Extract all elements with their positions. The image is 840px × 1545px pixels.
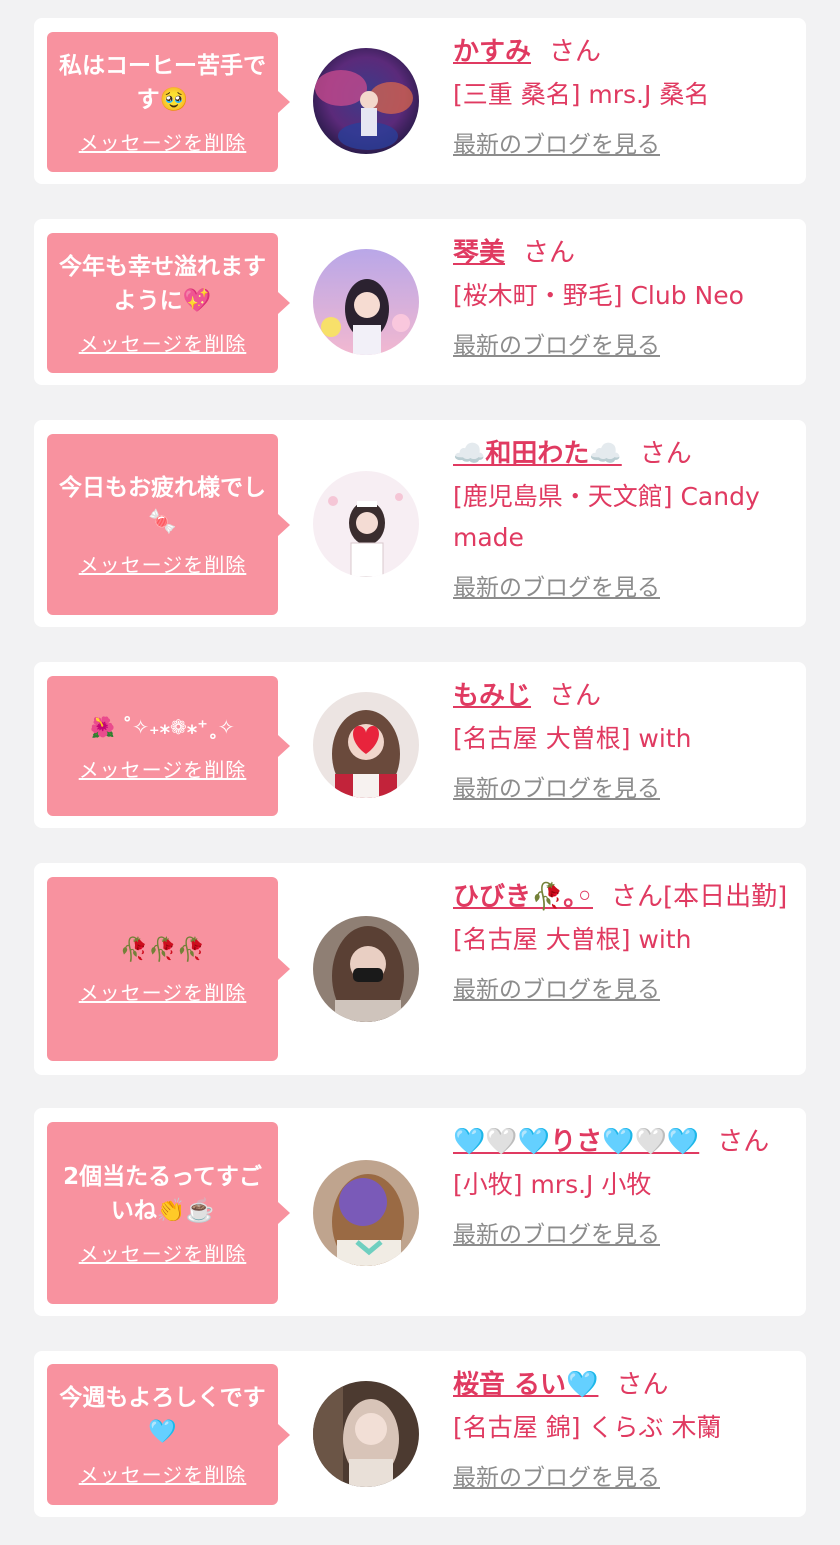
message-bubble: 私はコーヒー苦手です🥹 メッセージを削除 — [47, 32, 290, 172]
shop-label: [小牧] mrs.J 小牧 — [453, 1170, 652, 1199]
shop-label: [三重 桑名] mrs.J 桑名 — [453, 80, 710, 109]
message-text: 今年も幸せ溢れますように💖 — [59, 253, 266, 314]
cast-name-link[interactable]: もみじ — [453, 681, 531, 711]
message-card: 私はコーヒー苦手です🥹 メッセージを削除 かすみ さん [三重 桑名] mrs.J… — [34, 18, 806, 184]
message-text: 今日もお疲れ様でし🍬 — [59, 475, 266, 535]
latest-blog-link[interactable]: 最新のブログを見る — [453, 568, 660, 602]
delete-message-link[interactable]: メッセージを削除 — [79, 549, 247, 578]
name-line: ☁️和田わた☁️ さん — [453, 432, 798, 476]
message-bubble: 今年も幸せ溢れますように💖 メッセージを削除 — [47, 233, 290, 373]
name-line: 琴美 さん — [453, 231, 798, 275]
message-text: 🌺 ˚✧₊⁎❁⁎⁺˳✧ — [90, 714, 235, 739]
avatar[interactable] — [313, 471, 419, 577]
honorific: さん — [616, 1370, 669, 1400]
message-bubble: 🥀🥀🥀 メッセージを削除 — [47, 877, 290, 1061]
message-card: 2個当たるってすごいね👏☕️ メッセージを削除 🩵🤍🩵りさ🩵🤍🩵 さん [小牧] … — [34, 1108, 806, 1316]
honorific: さん — [717, 1127, 770, 1157]
shop-label: [鹿児島県・天文館] Candy made — [453, 482, 760, 552]
cast-name-link[interactable]: かすみ — [453, 37, 531, 67]
delete-message-link[interactable]: メッセージを削除 — [79, 754, 247, 783]
name-line: かすみ さん — [453, 30, 798, 74]
message-bubble: 2個当たるってすごいね👏☕️ メッセージを削除 — [47, 1122, 290, 1304]
message-card: 今日もお疲れ様でし🍬 メッセージを削除 ☁️和田わた☁️ さん [鹿児島県・天文館… — [34, 420, 806, 627]
message-card: 🌺 ˚✧₊⁎❁⁎⁺˳✧ メッセージを削除 もみじ さん [名古屋 大曽根] wit… — [34, 662, 806, 828]
avatar[interactable] — [313, 1160, 419, 1266]
message-text: 私はコーヒー苦手です🥹 — [59, 52, 266, 113]
message-text: 今週もよろしくです🩵 — [59, 1385, 266, 1445]
message-bubble: 今日もお疲れ様でし🍬 メッセージを削除 — [47, 434, 290, 615]
honorific: さん — [549, 37, 602, 67]
name-line: もみじ さん — [453, 674, 798, 718]
message-bubble: 🌺 ˚✧₊⁎❁⁎⁺˳✧ メッセージを削除 — [47, 676, 290, 816]
cast-info: かすみ さん [三重 桑名] mrs.J 桑名 最新のブログを見る — [453, 30, 798, 159]
cast-info: 琴美 さん [桜木町・野毛] Club Neo 最新のブログを見る — [453, 231, 798, 360]
shop-label: [桜木町・野毛] Club Neo — [453, 281, 744, 310]
cast-info: ☁️和田わた☁️ さん [鹿児島県・天文館] Candy made 最新のブログを… — [453, 432, 798, 602]
message-text: 2個当たるってすごいね👏☕️ — [63, 1163, 262, 1224]
shop-label: [名古屋 錦] くらぶ 木蘭 — [453, 1413, 722, 1442]
delete-message-link[interactable]: メッセージを削除 — [79, 328, 247, 357]
name-line: ひびき🥀｡◦ さん[本日出勤] — [453, 875, 798, 919]
honorific: さん[本日出勤] — [611, 882, 788, 912]
name-line: 桜音 るい🩵 さん — [453, 1363, 798, 1407]
cast-name-link[interactable]: ☁️和田わた☁️ — [453, 439, 622, 469]
cast-name-link[interactable]: 桜音 るい🩵 — [453, 1370, 598, 1400]
message-card: 今年も幸せ溢れますように💖 メッセージを削除 琴美 さん [桜木町・野毛] Clu… — [34, 219, 806, 385]
honorific: さん — [523, 238, 576, 268]
message-bubble: 今週もよろしくです🩵 メッセージを削除 — [47, 1364, 290, 1505]
shop-label: [名古屋 大曽根] with — [453, 925, 692, 954]
delete-message-link[interactable]: メッセージを削除 — [79, 1238, 247, 1267]
cast-info: もみじ さん [名古屋 大曽根] with 最新のブログを見る — [453, 674, 798, 803]
latest-blog-link[interactable]: 最新のブログを見る — [453, 1215, 660, 1249]
avatar[interactable] — [313, 249, 419, 355]
latest-blog-link[interactable]: 最新のブログを見る — [453, 125, 660, 159]
honorific: さん — [549, 681, 602, 711]
latest-blog-link[interactable]: 最新のブログを見る — [453, 769, 660, 803]
delete-message-link[interactable]: メッセージを削除 — [79, 127, 247, 156]
avatar[interactable] — [313, 1381, 419, 1487]
avatar[interactable] — [313, 692, 419, 798]
cast-info: 桜音 るい🩵 さん [名古屋 錦] くらぶ 木蘭 最新のブログを見る — [453, 1363, 798, 1492]
latest-blog-link[interactable]: 最新のブログを見る — [453, 1458, 660, 1492]
cast-info: 🩵🤍🩵りさ🩵🤍🩵 さん [小牧] mrs.J 小牧 最新のブログを見る — [453, 1120, 798, 1249]
avatar[interactable] — [313, 48, 419, 154]
cast-name-link[interactable]: 🩵🤍🩵りさ🩵🤍🩵 — [453, 1127, 699, 1157]
cast-name-link[interactable]: ひびき🥀｡◦ — [453, 882, 593, 912]
message-card: 🥀🥀🥀 メッセージを削除 ひびき🥀｡◦ さん[本日出勤] [名古屋 大曽根] wi… — [34, 863, 806, 1075]
shop-label: [名古屋 大曽根] with — [453, 724, 692, 753]
name-line: 🩵🤍🩵りさ🩵🤍🩵 さん — [453, 1120, 798, 1164]
delete-message-link[interactable]: メッセージを削除 — [79, 977, 247, 1006]
latest-blog-link[interactable]: 最新のブログを見る — [453, 326, 660, 360]
latest-blog-link[interactable]: 最新のブログを見る — [453, 970, 660, 1004]
cast-name-link[interactable]: 琴美 — [453, 238, 505, 268]
delete-message-link[interactable]: メッセージを削除 — [79, 1459, 247, 1488]
cast-info: ひびき🥀｡◦ さん[本日出勤] [名古屋 大曽根] with 最新のブログを見る — [453, 875, 798, 1004]
avatar[interactable] — [313, 916, 419, 1022]
message-card: 今週もよろしくです🩵 メッセージを削除 桜音 るい🩵 さん [名古屋 錦] くらぶ… — [34, 1351, 806, 1517]
honorific: さん — [639, 439, 692, 469]
message-text: 🥀🥀🥀 — [119, 936, 206, 963]
